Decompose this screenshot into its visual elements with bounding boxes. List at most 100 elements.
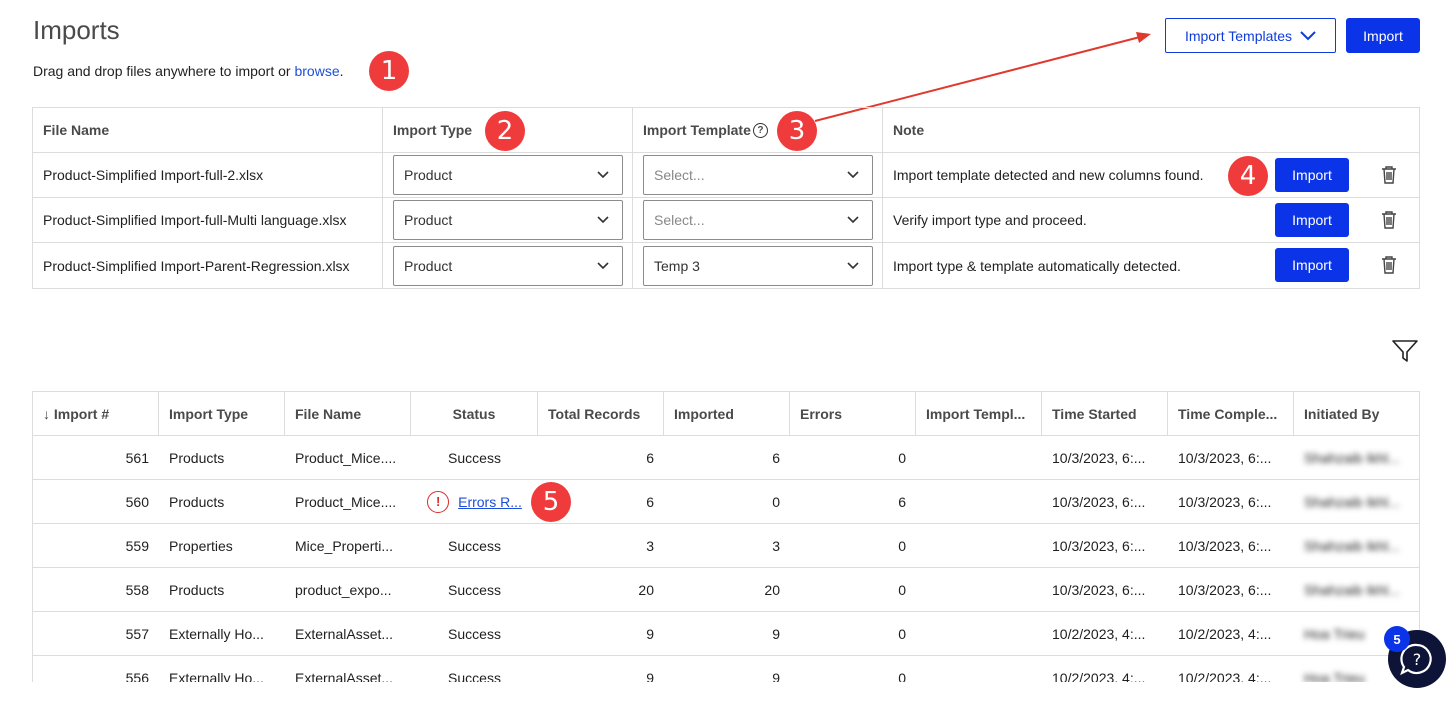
import-template-header-label: Import Template	[643, 122, 751, 138]
pending-import-row: Product-Simplified Import-full-Multi lan…	[33, 198, 1419, 243]
file-name-cell: Product-Simplified Import-full-Multi lan…	[33, 198, 383, 242]
history-row: 556 Externally Ho... ExternalAsset... Succe…	[33, 656, 1419, 683]
total-records-cell: 9	[646, 625, 654, 642]
column-header-import-type[interactable]: Import Type	[159, 392, 285, 435]
chevron-down-icon	[847, 216, 859, 224]
import-type-value: Product	[404, 257, 453, 274]
row-import-button[interactable]: Import	[1275, 248, 1349, 282]
import-template-select[interactable]: Select...	[643, 155, 873, 195]
annotation-badge-4: 4	[1228, 156, 1268, 196]
history-row: 557 Externally Ho... ExternalAsset... Succe…	[33, 612, 1419, 656]
imported-cell: 6	[772, 449, 780, 466]
time-started-cell: 10/3/2023, 6:...	[1052, 449, 1146, 466]
import-type-cell: Product	[383, 198, 633, 242]
errors-cell: 0	[898, 669, 906, 683]
import-template-cell	[916, 524, 1042, 567]
annotation-badge-5: 5	[531, 482, 571, 522]
import-type-cell: Products	[169, 581, 225, 598]
errors-cell: 0	[898, 449, 906, 466]
column-header-file-name[interactable]: File Name	[285, 392, 411, 435]
status-cell: Success	[448, 669, 501, 683]
imported-cell: 9	[772, 669, 780, 683]
import-number-cell: 558	[125, 581, 149, 598]
import-type-select[interactable]: Product	[393, 200, 623, 240]
annotation-badge-3: 3	[777, 111, 817, 151]
chat-notification-badge: 5	[1384, 626, 1410, 652]
errors-cell: 0	[898, 537, 906, 554]
import-type-value: Product	[404, 167, 453, 183]
imported-cell: 9	[772, 625, 780, 642]
trash-icon[interactable]	[1378, 209, 1400, 231]
column-header-imported[interactable]: Imported	[664, 392, 790, 435]
file-name-cell: Product-Simplified Import-full-2.xlsx	[33, 153, 383, 197]
column-header-note: Note	[893, 122, 925, 138]
status-cell: ! Errors R...	[411, 480, 538, 523]
row-import-button[interactable]: Import	[1275, 158, 1349, 192]
import-template-cell: Temp 3	[633, 243, 883, 288]
total-records-cell: 9	[646, 669, 654, 683]
trash-icon[interactable]	[1378, 164, 1400, 186]
import-template-select[interactable]: Temp 3	[643, 245, 873, 286]
errors-report-link[interactable]: Errors R...	[458, 494, 522, 510]
column-header-initiated-by[interactable]: Initiated By	[1294, 392, 1418, 435]
chevron-down-icon	[597, 216, 609, 224]
pending-imports-header: File Name Import Type Import Template ? …	[33, 108, 1419, 153]
import-type-cell: Externally Ho...	[169, 669, 264, 683]
import-template-value: Select...	[654, 212, 705, 228]
import-type-select[interactable]: Product	[393, 155, 623, 195]
time-completed-cell: 10/2/2023, 4:...	[1178, 625, 1272, 642]
column-header-errors[interactable]: Errors	[790, 392, 916, 435]
time-completed-cell: 10/3/2023, 6:...	[1178, 449, 1272, 466]
import-template-select[interactable]: Select...	[643, 200, 873, 240]
status-cell: Success	[448, 537, 501, 554]
filter-icon[interactable]	[1392, 339, 1418, 363]
import-type-select[interactable]: Product	[393, 245, 623, 286]
import-type-cell: Externally Ho...	[169, 625, 264, 642]
total-records-cell: 6	[646, 449, 654, 466]
file-name-cell: ExternalAsset...	[295, 625, 394, 642]
imported-cell: 3	[772, 537, 780, 554]
initiated-by-cell: Shahzaib Ikhl...	[1304, 537, 1400, 554]
total-records-cell: 3	[646, 537, 654, 554]
import-template-cell	[916, 480, 1042, 523]
import-template-value: Select...	[654, 167, 705, 183]
file-name-cell: Product_Mice....	[295, 449, 397, 466]
import-template-cell	[916, 568, 1042, 611]
import-number-cell: 557	[125, 625, 149, 642]
file-name-cell: Mice_Properti...	[295, 537, 394, 554]
file-name-cell: product_expo...	[295, 581, 392, 598]
help-icon[interactable]: ?	[752, 122, 768, 138]
import-number-cell: 559	[125, 537, 149, 554]
column-header-status[interactable]: Status	[411, 392, 538, 435]
pending-imports-table: File Name Import Type Import Template ? …	[32, 107, 1420, 289]
row-import-button[interactable]: Import	[1275, 203, 1349, 237]
trash-icon[interactable]	[1378, 254, 1400, 276]
file-name-cell: Product-Simplified Import-Parent-Regress…	[33, 243, 383, 288]
time-started-cell: 10/3/2023, 6:...	[1052, 493, 1146, 510]
time-completed-cell: 10/3/2023, 6:...	[1178, 493, 1272, 510]
note-text: Verify import type and proceed.	[893, 212, 1087, 228]
import-history-table: ↓ Import # Import Type File Name Status …	[32, 391, 1420, 682]
pending-import-row: Product-Simplified Import-full-2.xlsx Pr…	[33, 153, 1419, 198]
time-completed-cell: 10/3/2023, 6:...	[1178, 537, 1272, 554]
column-header-time-completed[interactable]: Time Comple...	[1168, 392, 1294, 435]
import-template-cell	[916, 436, 1042, 479]
import-type-value: Product	[404, 212, 453, 228]
pending-import-row: Product-Simplified Import-Parent-Regress…	[33, 243, 1419, 288]
chevron-down-icon	[597, 171, 609, 179]
column-header-total-records[interactable]: Total Records	[538, 392, 664, 435]
column-header-time-started[interactable]: Time Started	[1042, 392, 1168, 435]
column-header-import-number[interactable]: ↓ Import #	[33, 392, 159, 435]
annotation-badge-2: 2	[485, 111, 525, 151]
chevron-down-icon	[597, 261, 609, 269]
status-cell: Success	[448, 581, 501, 598]
initiated-by-cell: Shahzaib Ikhl...	[1304, 493, 1400, 510]
import-template-cell: Select...	[633, 153, 883, 197]
error-icon: !	[427, 490, 450, 513]
import-number-cell: 560	[125, 493, 149, 510]
history-row: 558 Products product_expo... Success 20 20 0 10…	[33, 568, 1419, 612]
import-type-cell: Product	[383, 243, 633, 288]
import-template-cell	[916, 656, 1042, 682]
column-header-import-template[interactable]: Import Templ...	[916, 392, 1042, 435]
errors-cell: 6	[898, 493, 906, 510]
